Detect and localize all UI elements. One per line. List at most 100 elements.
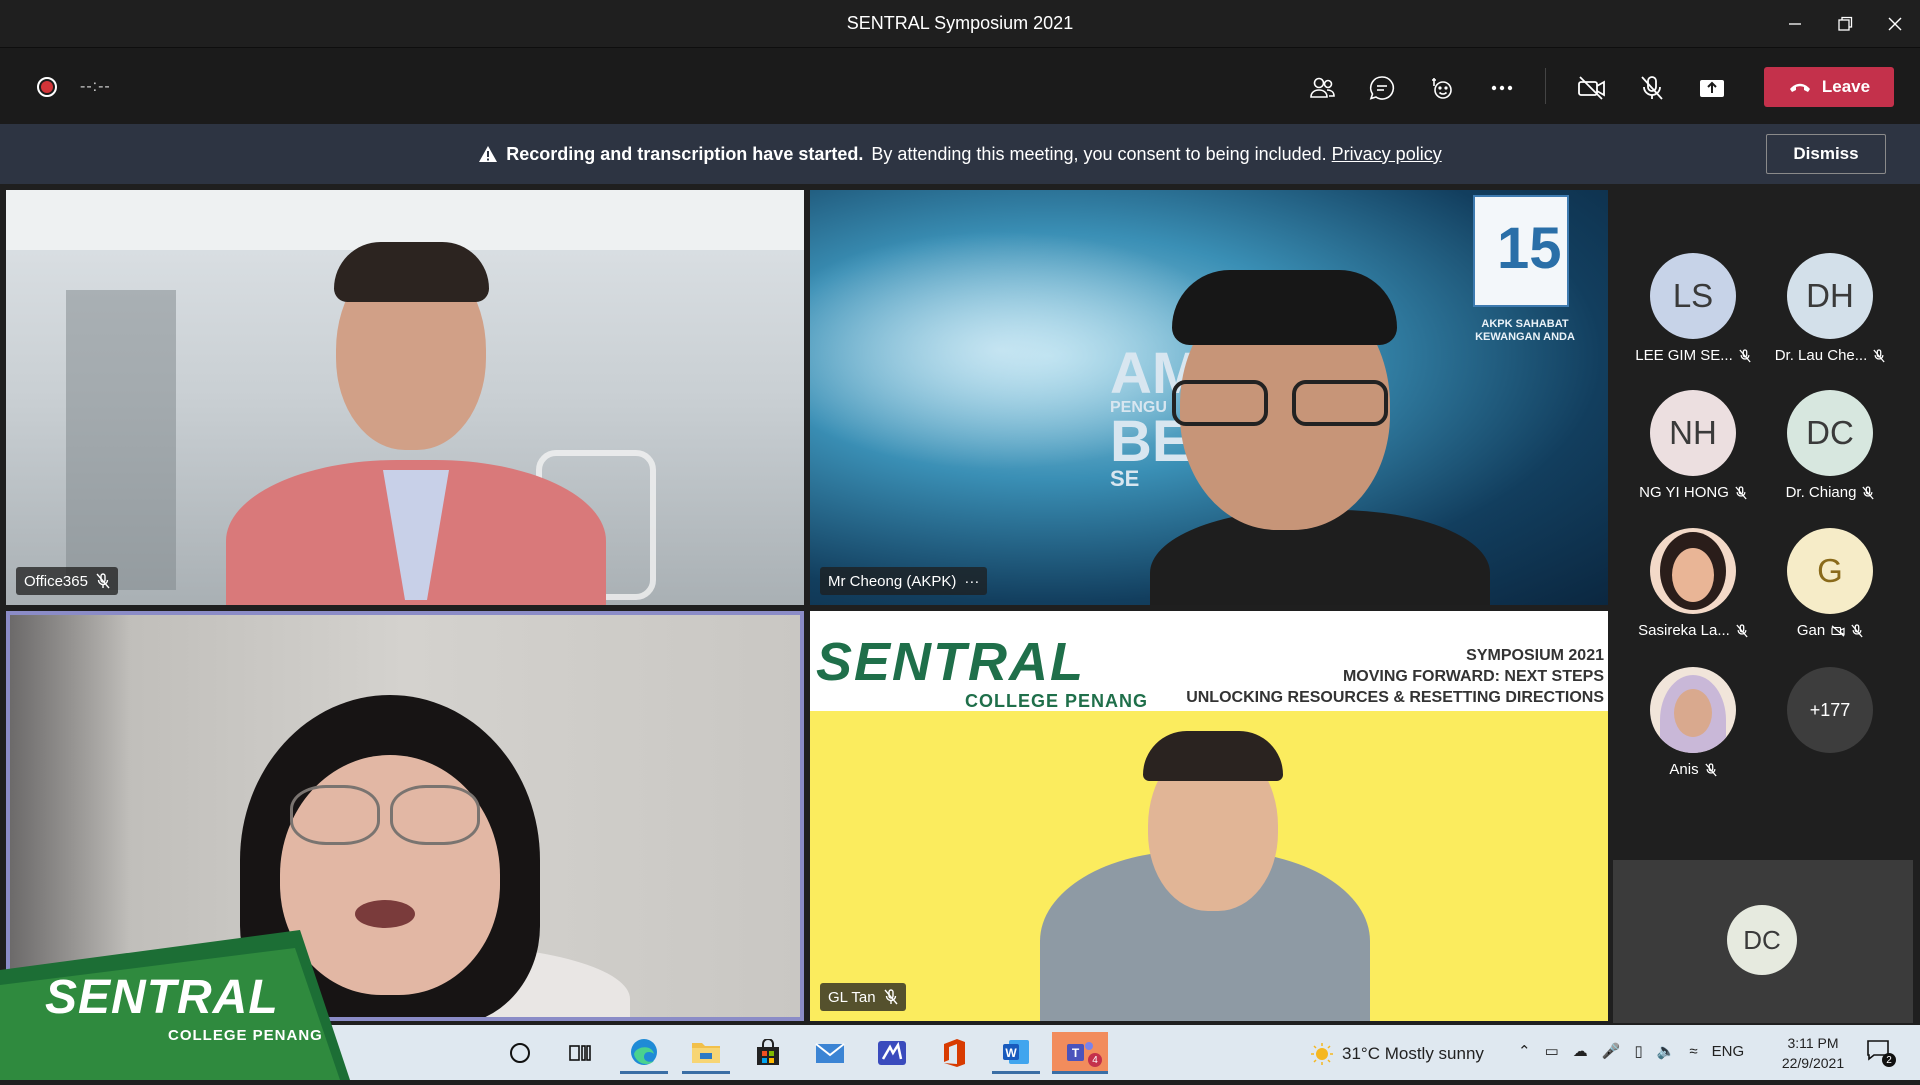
- roster-participant[interactable]: NH NG YI HONG: [1623, 390, 1763, 525]
- more-options-icon[interactable]: ···: [964, 573, 979, 590]
- participant-name: Dr. Chiang: [1785, 484, 1857, 501]
- word-icon[interactable]: W: [992, 1032, 1040, 1074]
- akpk-tagline: KEWANGAN ANDA: [1475, 331, 1575, 343]
- warning-icon: [479, 146, 498, 162]
- title-bar: SENTRAL Symposium 2021: [0, 0, 1920, 48]
- chat-icon[interactable]: [1362, 68, 1402, 108]
- clock-time: 3:11 PM: [1787, 1035, 1839, 1051]
- roster-participant[interactable]: LS LEE GIM SE...: [1623, 253, 1763, 388]
- system-tray: ⌃ ▭ ☁ 🎤 ▯ 🔈 ≈ ENG: [1518, 1042, 1745, 1061]
- roster-participant[interactable]: DH Dr. Lau Che...: [1760, 253, 1900, 388]
- microphone-icon[interactable]: 🎤: [1602, 1042, 1621, 1060]
- reactions-icon[interactable]: [1422, 68, 1462, 108]
- svg-text:W: W: [1005, 1046, 1017, 1060]
- teams-icon[interactable]: T 4: [1052, 1032, 1108, 1074]
- video-tile-gl-tan[interactable]: SENTRAL COLLEGE PENANG SYMPOSIUM 2021 MO…: [810, 611, 1608, 1021]
- participant-name: Sasireka La...: [1638, 622, 1730, 639]
- roster-participant[interactable]: G Gan: [1760, 528, 1900, 663]
- dismiss-button[interactable]: Dismiss: [1766, 134, 1886, 174]
- avatar: [1650, 667, 1736, 753]
- share-screen-icon[interactable]: [1692, 68, 1732, 108]
- symposium-title: SYMPOSIUM 2021: [1466, 647, 1604, 664]
- privacy-policy-link[interactable]: Privacy policy: [1332, 144, 1442, 165]
- mic-muted-icon: [1735, 486, 1747, 500]
- task-view-icon[interactable]: [556, 1032, 604, 1074]
- more-participants-count: +177: [1787, 667, 1873, 753]
- roster-participant[interactable]: Anis: [1623, 667, 1763, 802]
- akpk-logo: 15: [1473, 195, 1569, 307]
- self-avatar: DC: [1727, 905, 1797, 975]
- sentral-college-logo: SENTRAL COLLEGE PENANG: [0, 930, 350, 1080]
- symposium-theme: MOVING FORWARD: NEXT STEPS: [1342, 668, 1604, 685]
- video-tile-office365[interactable]: Office365: [6, 190, 804, 605]
- self-view[interactable]: DC: [1613, 860, 1913, 1023]
- onedrive-icon[interactable]: ☁: [1573, 1042, 1588, 1060]
- device-icon[interactable]: ▭: [1545, 1042, 1559, 1060]
- cortana-icon[interactable]: [496, 1032, 544, 1074]
- participant-name-tag: Office365: [16, 567, 118, 595]
- avatar: G: [1787, 528, 1873, 614]
- video-tile-mr-cheong[interactable]: AM PENGU BE SE 15 AKPK SAHABAT KEWANGAN …: [810, 190, 1608, 605]
- mic-muted-icon: [1736, 624, 1748, 638]
- banner-title: Recording and transcription have started…: [506, 143, 864, 164]
- avatar: NH: [1650, 390, 1736, 476]
- mic-muted-icon: [1704, 763, 1717, 777]
- participant-name: Dr. Lau Che...: [1774, 347, 1868, 364]
- restore-button[interactable]: [1820, 0, 1870, 48]
- edge-browser-icon[interactable]: [620, 1032, 668, 1074]
- notification-badge: 2: [1882, 1053, 1896, 1067]
- weather-sunny-icon: [1311, 1043, 1333, 1065]
- system-clock[interactable]: 3:11 PM 22/9/2021: [1778, 1033, 1848, 1073]
- akpk-tagline: AKPK SAHABAT: [1481, 318, 1569, 330]
- close-button[interactable]: [1870, 0, 1920, 48]
- camera-off-icon[interactable]: [1572, 68, 1612, 108]
- more-options-icon[interactable]: [1482, 68, 1522, 108]
- participant-name: NG YI HONG: [1639, 484, 1729, 501]
- college-penang: COLLEGE PENANG: [965, 691, 1149, 711]
- whiteboard-icon[interactable]: [868, 1032, 916, 1074]
- svg-text:T: T: [1072, 1046, 1080, 1060]
- volume-icon[interactable]: 🔈: [1657, 1042, 1676, 1060]
- weather-widget[interactable]: 31°C Mostly sunny: [1310, 1042, 1484, 1066]
- more-participants-button[interactable]: +177: [1760, 667, 1900, 802]
- language-indicator[interactable]: ENG: [1712, 1043, 1745, 1060]
- minimize-button[interactable]: [1770, 0, 1820, 48]
- mic-muted-icon: [1862, 486, 1875, 500]
- window-title: SENTRAL Symposium 2021: [846, 13, 1074, 33]
- roster-participant[interactable]: DC Dr. Chiang: [1760, 390, 1900, 525]
- participants-icon[interactable]: [1302, 68, 1342, 108]
- recording-icon: [37, 77, 57, 97]
- microsoft-store-icon[interactable]: [744, 1032, 792, 1074]
- weather-text: 31°C Mostly sunny: [1342, 1044, 1484, 1063]
- camera-off-icon: [1831, 625, 1845, 637]
- leave-label: Leave: [1821, 77, 1871, 96]
- leave-button[interactable]: Leave: [1764, 67, 1894, 107]
- avatar: DC: [1787, 390, 1873, 476]
- notifications-icon[interactable]: 2: [1866, 1039, 1896, 1067]
- office-icon[interactable]: [930, 1032, 978, 1074]
- participant-name: Gan: [1796, 622, 1826, 639]
- participant-name: Mr Cheong (AKPK): [828, 572, 957, 590]
- toolbar-divider: [1545, 68, 1546, 104]
- roster-participant[interactable]: Sasireka La...: [1623, 528, 1763, 663]
- chevron-up-icon[interactable]: ⌃: [1518, 1042, 1531, 1060]
- battery-icon[interactable]: ▯: [1634, 1042, 1642, 1060]
- participant-name: Anis: [1669, 761, 1699, 778]
- logo-brand: SENTRAL: [45, 971, 279, 1024]
- meeting-timer: --:--: [80, 78, 111, 95]
- file-explorer-icon[interactable]: [682, 1032, 730, 1074]
- participant-name: Office365: [24, 572, 88, 590]
- mic-muted-icon: [1873, 349, 1885, 363]
- symposium-subtitle: UNLOCKING RESOURCES & RESETTING DIRECTIO…: [1186, 689, 1604, 706]
- clock-date: 22/9/2021: [1781, 1055, 1845, 1071]
- participant-name-tag: GL Tan: [820, 983, 906, 1011]
- mic-off-icon[interactable]: [1632, 68, 1672, 108]
- banner-text: By attending this meeting, you consent t…: [871, 143, 1327, 164]
- recording-banner: Recording and transcription have started…: [0, 124, 1920, 184]
- mail-icon[interactable]: [806, 1032, 854, 1074]
- sentral-brand: SENTRAL: [816, 632, 1085, 692]
- avatar: [1650, 528, 1736, 614]
- wifi-icon[interactable]: ≈: [1689, 1043, 1697, 1060]
- participant-roster: LS LEE GIM SE... DH Dr. Lau Che... NH NG…: [1613, 190, 1920, 855]
- mic-muted-icon: [1851, 624, 1863, 638]
